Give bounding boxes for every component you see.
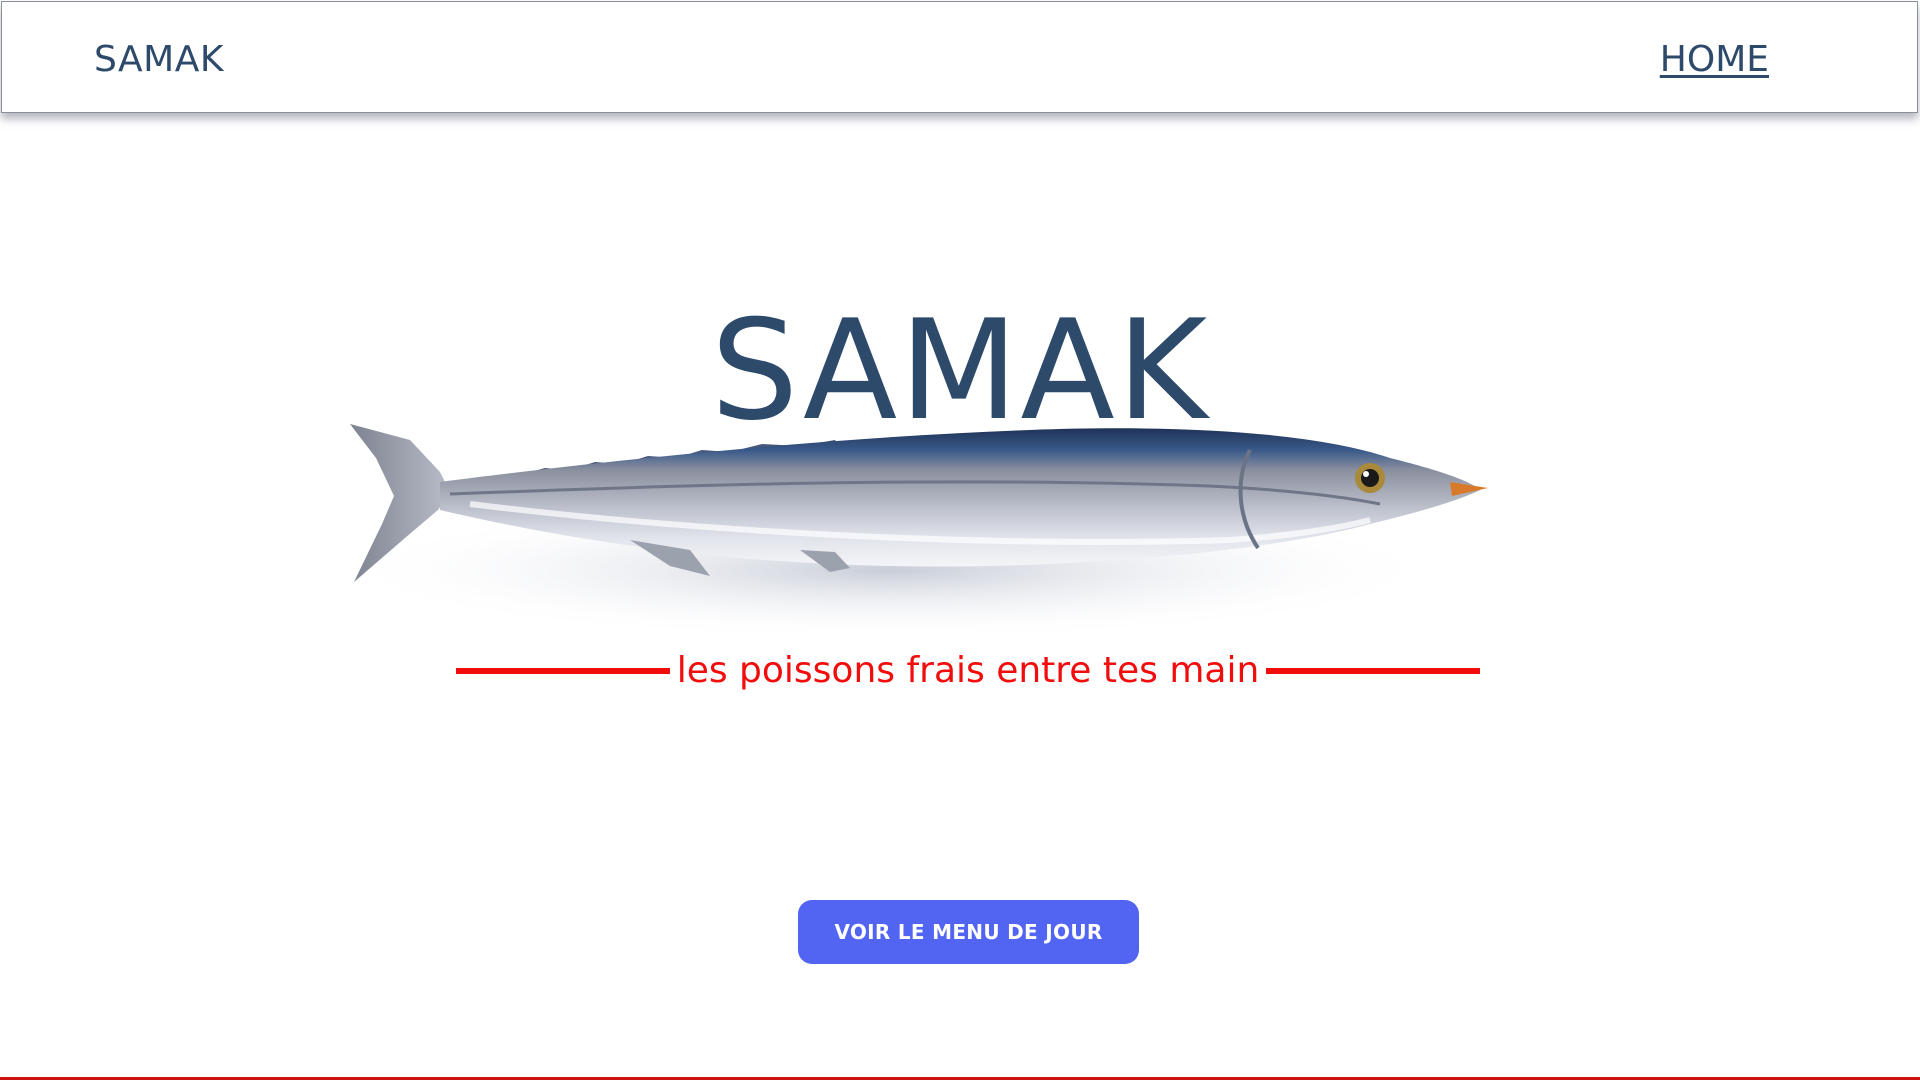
tagline-right-rule [1266,668,1480,674]
menu-du-jour-button[interactable]: VOIR LE MENU DE JOUR [798,900,1139,964]
hero-title: SAMAK [710,290,1210,451]
tagline-left-rule [456,668,670,674]
navbar-brand[interactable]: SAMAK [94,38,224,82]
nav-link-home[interactable]: HOME [1660,38,1769,82]
page: SAMAK HOME SAMAK les poissons frais entr… [0,0,1920,1080]
tagline: les poissons frais entre tes main [676,650,1260,691]
top-navbar: SAMAK HOME [1,1,1918,113]
tagline-row: les poissons frais entre tes main [456,648,1480,696]
